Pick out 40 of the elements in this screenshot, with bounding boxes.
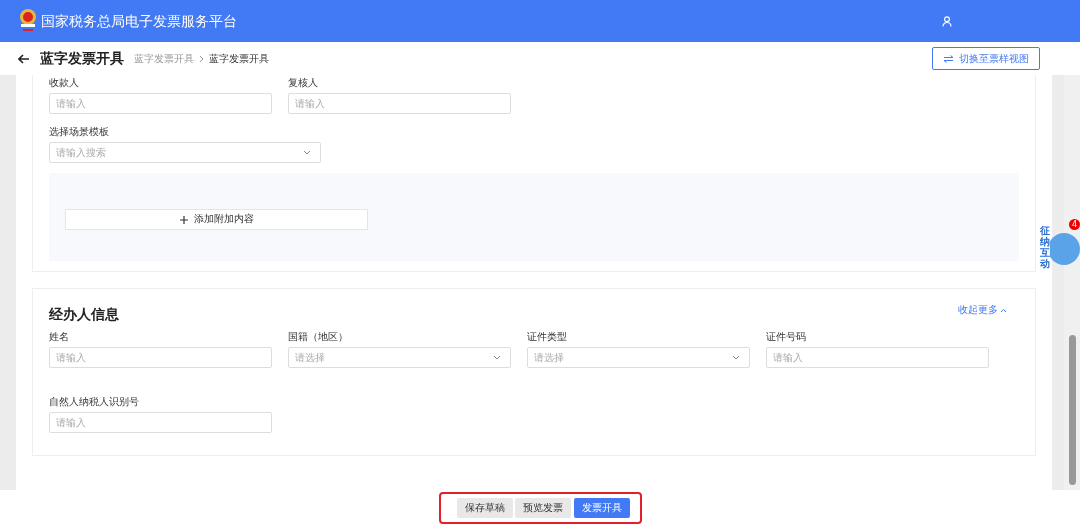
chevron-down-icon [493,355,501,361]
select-field[interactable]: 请输入搜索 [49,142,321,163]
field-label: 自然人纳税人识别号 [49,396,140,409]
field-label: 证件类型 [527,331,568,344]
input-field[interactable]: 请输入 [766,347,989,369]
input-field[interactable]: 请输入 [49,93,272,114]
footer-button[interactable]: 保存草稿 [456,497,513,519]
chevron-up-icon [1000,307,1007,313]
chevron-right-icon [199,54,204,63]
chevron-down-icon [732,355,740,361]
switch-view-button[interactable]: 切换至票样视图 [932,47,1040,70]
breadcrumb-item: 蓝字发票开具 [209,52,269,66]
page-title: 蓝字发票开具 [40,49,124,68]
field-label: 国籍（地区） [288,331,349,344]
chevron-down-icon [303,150,311,155]
select-field[interactable]: 请选择 [527,347,750,369]
input-field[interactable]: 请输入 [49,347,272,369]
field-label: 选择场景模板 [49,126,110,138]
back-arrow-icon[interactable] [18,53,30,64]
footer-button[interactable]: 预览发票 [515,497,571,519]
breadcrumb-item[interactable]: 蓝字发票开具 [134,51,194,66]
field-label: 复核人 [288,77,319,89]
input-field[interactable]: 请输入 [49,412,272,434]
add-content-button[interactable]: 添加附加内容 [65,209,368,230]
user-icon[interactable] [942,15,952,27]
widget-label[interactable]: 征纳互动 [1040,225,1050,269]
input-field[interactable]: 请输入 [288,93,511,114]
select-field[interactable]: 请选择 [288,347,511,369]
swap-arrows-icon [943,54,954,63]
field-label: 收款人 [49,77,80,89]
notification-badge: 4 [1068,219,1080,230]
footer-button[interactable]: 发票开具 [573,497,630,519]
platform-title: 国家税务总局电子发票服务平台 [40,11,237,31]
field-label: 姓名 [49,331,70,344]
scrollbar[interactable] [1064,75,1080,490]
field-label: 证件号码 [766,331,807,344]
plus-icon [179,215,188,224]
section-title: 经办人信息 [49,305,119,325]
collapse-toggle[interactable]: 收起更多 [957,303,1007,318]
emblem-icon [18,8,38,34]
